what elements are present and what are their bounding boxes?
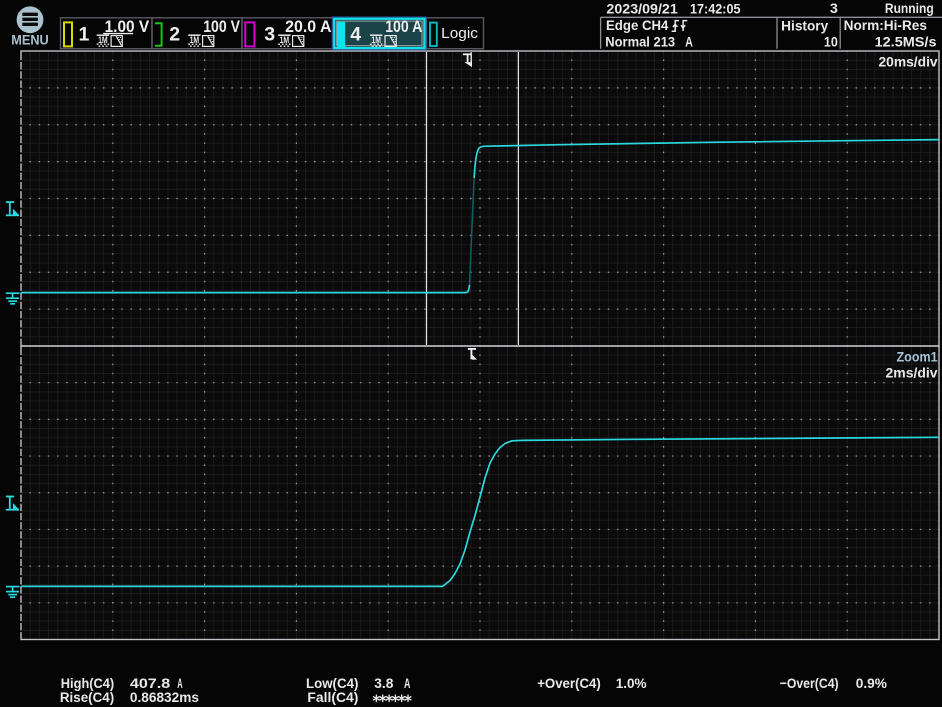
svg-text:A: A bbox=[685, 34, 693, 49]
svg-text:Logic: Logic bbox=[441, 26, 478, 42]
svg-text:20.0 A: 20.0 A bbox=[285, 18, 331, 36]
svg-text:1M: 1M bbox=[98, 35, 108, 46]
svg-text:3.8: 3.8 bbox=[374, 676, 393, 692]
svg-text:3: 3 bbox=[830, 1, 839, 16]
svg-text:2: 2 bbox=[169, 24, 180, 46]
svg-text:1M: 1M bbox=[280, 35, 290, 46]
svg-text:0.9%: 0.9% bbox=[856, 676, 887, 692]
svg-text:Norm:Hi-Res: Norm:Hi-Res bbox=[844, 18, 927, 33]
svg-text:Edge CH4: Edge CH4 bbox=[606, 18, 669, 33]
svg-text:+Over(C4): +Over(C4) bbox=[537, 676, 601, 692]
svg-text:17:42:05: 17:42:05 bbox=[690, 0, 741, 16]
svg-text:20ms/div: 20ms/div bbox=[879, 54, 938, 69]
svg-text:1.0%: 1.0% bbox=[616, 676, 647, 692]
svg-text:Zoom1: Zoom1 bbox=[897, 348, 938, 364]
svg-text:100 V: 100 V bbox=[203, 18, 240, 36]
svg-text:1M: 1M bbox=[190, 35, 200, 46]
svg-text:100 A: 100 A bbox=[385, 18, 422, 36]
svg-text:10: 10 bbox=[824, 34, 838, 49]
svg-text:1M: 1M bbox=[371, 35, 381, 46]
svg-text:Rise(C4): Rise(C4) bbox=[60, 690, 115, 706]
svg-text:4: 4 bbox=[350, 24, 361, 46]
svg-text:Normal 213: Normal 213 bbox=[605, 34, 675, 49]
svg-text:A: A bbox=[404, 676, 410, 692]
svg-text:History: History bbox=[781, 18, 828, 33]
svg-text:2ms/div: 2ms/div bbox=[886, 366, 938, 381]
svg-text:Fall(C4): Fall(C4) bbox=[307, 690, 358, 706]
svg-text:−Over(C4): −Over(C4) bbox=[780, 676, 839, 692]
svg-text:2023/09/21: 2023/09/21 bbox=[606, 0, 678, 16]
svg-text:MENU: MENU bbox=[11, 33, 49, 48]
svg-text:0.86832ms: 0.86832ms bbox=[130, 690, 199, 706]
svg-text:3: 3 bbox=[264, 24, 275, 46]
svg-text:1: 1 bbox=[79, 24, 90, 46]
svg-text:12.5MS/s: 12.5MS/s bbox=[875, 34, 937, 49]
svg-text:Running: Running bbox=[885, 1, 934, 16]
